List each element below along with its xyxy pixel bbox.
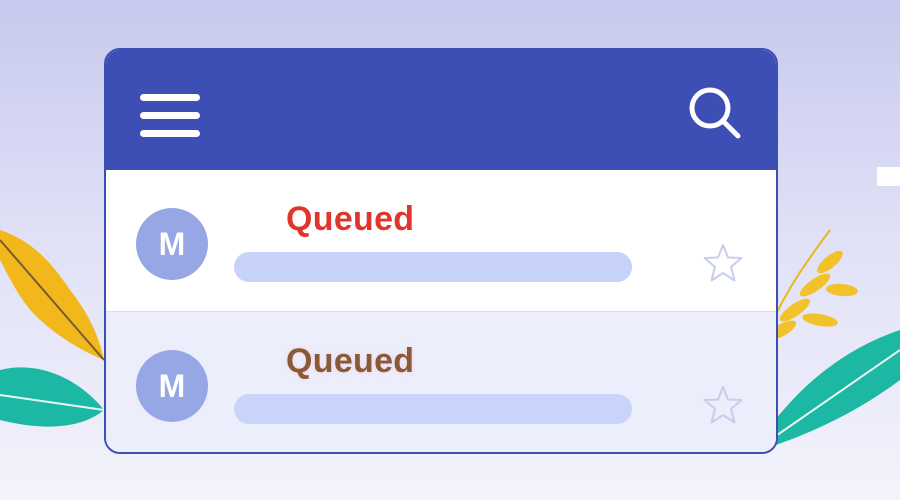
hamburger-menu-icon[interactable]	[140, 92, 202, 140]
message-list-item[interactable]: M Queued	[106, 170, 776, 312]
avatar: M	[136, 350, 208, 422]
star-outline-icon[interactable]	[702, 242, 744, 284]
star-outline-icon[interactable]	[702, 384, 744, 426]
message-list-item[interactable]: M Queued	[106, 312, 776, 452]
message-preview-placeholder	[234, 252, 632, 282]
app-bar	[106, 50, 776, 170]
message-list-card: M Queued M Queued	[104, 48, 778, 454]
decorative-leaves-right	[760, 229, 900, 450]
search-icon[interactable]	[686, 84, 744, 142]
message-preview-placeholder	[234, 394, 632, 424]
avatar: M	[136, 208, 208, 280]
decorative-white-bar	[877, 167, 900, 186]
decorative-leaves-left	[0, 230, 105, 427]
status-label: Queued	[286, 342, 415, 380]
status-label: Queued	[286, 200, 415, 238]
